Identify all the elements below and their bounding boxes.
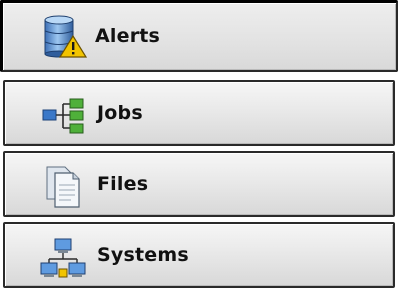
navigation-panel: Alerts Jobs Files Systems [0,0,398,297]
server-alert-icon [39,14,87,58]
nav-item-files[interactable]: Files [3,151,395,217]
document-files-icon [39,165,87,209]
nav-item-jobs[interactable]: Jobs [3,80,395,146]
nav-item-label: Jobs [97,102,143,124]
nav-item-label: Files [97,173,149,195]
nav-item-label: Alerts [95,25,161,47]
nav-item-systems[interactable]: Systems [3,222,395,288]
job-flow-icon [39,94,87,138]
nav-item-label: Systems [97,244,189,266]
networked-systems-icon [39,236,87,280]
nav-item-alerts[interactable]: Alerts [0,0,398,72]
